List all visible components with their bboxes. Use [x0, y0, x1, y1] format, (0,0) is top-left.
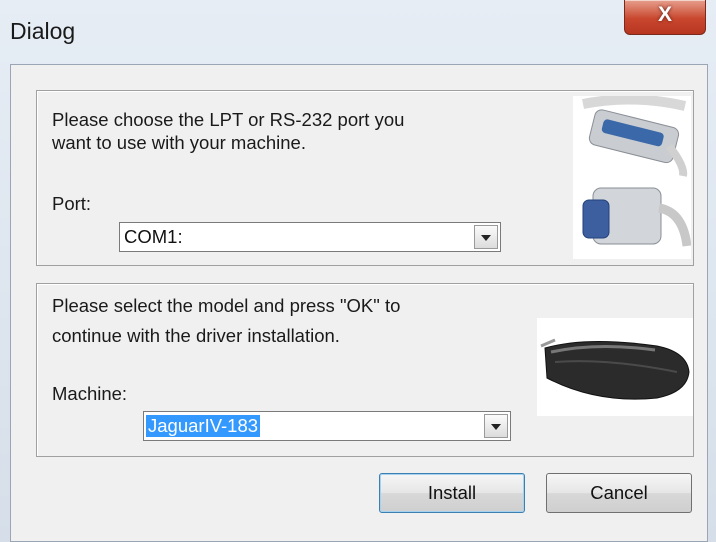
machine-select-value: JaguarIV-183: [146, 415, 261, 437]
install-button[interactable]: Install: [379, 473, 525, 513]
cutting-plotter-icon: [540, 338, 690, 400]
machine-label: Machine:: [52, 383, 128, 404]
machine-group: Please select the model and press "OK" t…: [36, 283, 694, 457]
title-bar[interactable]: Dialog X: [0, 0, 716, 60]
port-instruction-line1: Please choose the LPT or RS-232 port you: [52, 109, 405, 130]
close-icon: X: [657, 3, 672, 26]
window-title: Dialog: [10, 18, 76, 44]
port-instruction-line2: want to use with your machine.: [52, 132, 306, 153]
port-dropdown-button[interactable]: [474, 225, 498, 249]
port-cable-image: [573, 94, 692, 259]
close-button[interactable]: X: [624, 0, 706, 35]
machine-dropdown-button[interactable]: [484, 414, 508, 438]
port-select-value: COM1:: [124, 226, 183, 247]
machine-image: [537, 318, 693, 416]
dialog-window: Dialog X Please choose the LPT or RS-232…: [0, 0, 716, 542]
machine-instruction-line1: Please select the model and press "OK" t…: [52, 295, 401, 316]
cancel-button[interactable]: Cancel: [546, 473, 692, 513]
dialog-client-area: Please choose the LPT or RS-232 port you…: [10, 64, 708, 542]
port-select[interactable]: COM1:: [119, 222, 501, 252]
chevron-down-icon: [491, 424, 501, 430]
chevron-down-icon: [481, 235, 491, 241]
port-label: Port:: [52, 193, 92, 214]
machine-select[interactable]: JaguarIV-183: [143, 411, 511, 441]
serial-connector-icon: [582, 187, 692, 247]
port-group: Please choose the LPT or RS-232 port you…: [36, 90, 694, 266]
parallel-cable-icon: [582, 94, 688, 177]
machine-instruction-line2: continue with the driver installation.: [52, 325, 340, 346]
